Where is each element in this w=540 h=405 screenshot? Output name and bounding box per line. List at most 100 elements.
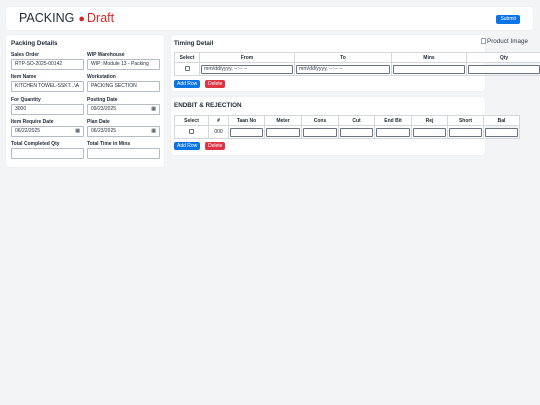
for-quantity-field: For Quantity 3000 (11, 97, 84, 115)
end-bit-cell (374, 125, 412, 139)
workstation-label: Workstation (87, 74, 116, 80)
meter-cell (264, 125, 302, 139)
short-input[interactable] (449, 127, 482, 137)
calendar-icon[interactable]: ▦ (151, 105, 156, 114)
column-header: End Bit (374, 115, 412, 126)
column-header: Taan No (228, 115, 265, 126)
rej-cell (411, 125, 448, 139)
end-bit-input[interactable] (376, 127, 410, 137)
total-time-mins-input[interactable] (87, 148, 160, 159)
endbit-rejection-card: ENDBIT & REJECTION Select # Taan No Mete… (171, 97, 520, 155)
row-select-checkbox[interactable] (189, 129, 194, 135)
page-title: PACKING ● Draft (19, 11, 114, 27)
total-completed-qty-field: Total Completed Qty (11, 141, 84, 159)
cut-input[interactable] (340, 127, 373, 137)
total-completed-qty-input[interactable] (11, 148, 84, 159)
table-header-row: Select From To Mins Qty (174, 52, 540, 63)
broken-image-icon (481, 38, 486, 44)
to-datetime-input[interactable]: mm/dd/yyyy, --:-- -- (296, 64, 390, 74)
column-header: To (294, 52, 392, 63)
column-header: # (208, 115, 229, 126)
table-header-row: Select # Taan No Meter Cons Cut End Bit … (174, 115, 520, 126)
workstation-input[interactable]: PACKING SECTION (87, 81, 160, 92)
column-header: Short (447, 115, 484, 126)
calendar-icon[interactable]: ▦ (151, 127, 156, 136)
for-quantity-label: For Quantity (11, 97, 41, 103)
rej-input[interactable] (413, 127, 446, 137)
column-header: Select (174, 115, 209, 126)
for-quantity-input[interactable]: 3000 (11, 104, 84, 115)
mins-cell (391, 62, 467, 76)
wip-warehouse-label: WIP Warehouse (87, 52, 125, 58)
row-select-checkbox[interactable] (184, 66, 190, 72)
item-name-field: Item Name KITCHEN TOWEL-SSKT...\A (11, 74, 84, 92)
column-header: Qty (466, 52, 540, 63)
mins-input[interactable] (393, 64, 465, 74)
add-row-button[interactable]: Add Row (174, 142, 201, 150)
column-header: From (199, 52, 295, 63)
from-cell: mm/dd/yyyy, --:-- -- (199, 62, 295, 76)
timing-detail-card: Timing Detail Select From To Mins Qty mm… (171, 35, 540, 91)
column-header: Meter (264, 115, 302, 126)
endbit-rejection-title: ENDBIT & REJECTION (174, 102, 242, 109)
doctype-title: PACKING (19, 11, 75, 25)
timing-detail-title: Timing Detail (174, 40, 214, 47)
taan-no-cell (228, 125, 265, 139)
posting-date-field: Posting Date 09/23/2025 ▦ (87, 97, 160, 115)
packing-details-title: Packing Details (11, 40, 58, 47)
status-label: Draft (87, 11, 115, 25)
posting-date-label: Posting Date (87, 97, 118, 103)
item-name-input[interactable]: KITCHEN TOWEL-SSKT...\A (11, 81, 84, 92)
item-require-date-field: Item Require Date 06/22/2025 ▦ (11, 119, 84, 137)
add-row-button[interactable]: Add Row (174, 80, 201, 88)
meter-input[interactable] (266, 127, 300, 137)
delete-button[interactable]: Delete (205, 142, 226, 150)
column-header: Bal (483, 115, 520, 126)
cons-input[interactable] (303, 127, 337, 137)
posting-date-input[interactable]: 09/23/2025 ▦ (87, 104, 160, 115)
bal-input[interactable] (485, 127, 518, 137)
workstation-field: Workstation PACKING SECTION (87, 74, 160, 92)
item-require-date-input[interactable]: 06/22/2025 ▦ (11, 126, 84, 137)
column-header: Rej (411, 115, 448, 126)
posting-date-value: 09/23/2025 (91, 106, 117, 112)
column-header: Cons (301, 115, 339, 126)
to-cell: mm/dd/yyyy, --:-- -- (294, 62, 392, 76)
sales-order-input[interactable]: RTP-SO-2025-00142 (11, 59, 84, 70)
plan-date-label: Plan Date (87, 119, 110, 125)
bal-cell (483, 125, 520, 139)
endbit-table: Select # Taan No Meter Cons Cut End Bit … (174, 115, 520, 139)
page-header: PACKING ● Draft Submit (6, 7, 533, 30)
sales-order-label: Sales Order (11, 52, 40, 58)
qty-cell (466, 62, 540, 76)
wip-warehouse-input[interactable]: WIP: Module 13 - Packing (87, 59, 160, 70)
item-require-date-label: Item Require Date (11, 119, 54, 125)
total-time-mins-field: Total Time in Mins (87, 141, 160, 159)
packing-details-card: Packing Details Sales Order RTP-SO-2025-… (6, 35, 164, 167)
plan-date-value: 06/23/2025 (91, 128, 117, 134)
item-name-label: Item Name (11, 74, 37, 80)
column-header: Cut (338, 115, 375, 126)
delete-button[interactable]: Delete (205, 80, 226, 88)
from-datetime-input[interactable]: mm/dd/yyyy, --:-- -- (201, 64, 293, 74)
timing-table: Select From To Mins Qty mm/dd/yyyy, --:-… (174, 52, 540, 76)
plan-date-input[interactable]: 06/23/2025 ▦ (87, 126, 160, 137)
sales-order-field: Sales Order RTP-SO-2025-00142 (11, 52, 84, 70)
submit-button[interactable]: Submit (496, 15, 520, 24)
row-number: 000 (208, 125, 229, 139)
cut-cell (338, 125, 375, 139)
calendar-icon[interactable]: ▦ (75, 127, 80, 136)
short-cell (447, 125, 484, 139)
total-completed-qty-label: Total Completed Qty (11, 141, 60, 147)
item-require-date-value: 06/22/2025 (15, 128, 41, 134)
column-header: Mins (391, 52, 467, 63)
qty-input[interactable] (468, 64, 540, 74)
table-row: 000 (174, 125, 520, 139)
product-image-alt: Product Image (487, 38, 528, 45)
table-row: mm/dd/yyyy, --:-- -- mm/dd/yyyy, --:-- -… (174, 62, 540, 76)
product-image: Product Image (481, 38, 528, 45)
column-header: Select (174, 52, 200, 63)
taan-no-input[interactable] (230, 127, 263, 137)
plan-date-field: Plan Date 06/23/2025 ▦ (87, 119, 160, 137)
status-dot-icon: ● (78, 13, 85, 25)
